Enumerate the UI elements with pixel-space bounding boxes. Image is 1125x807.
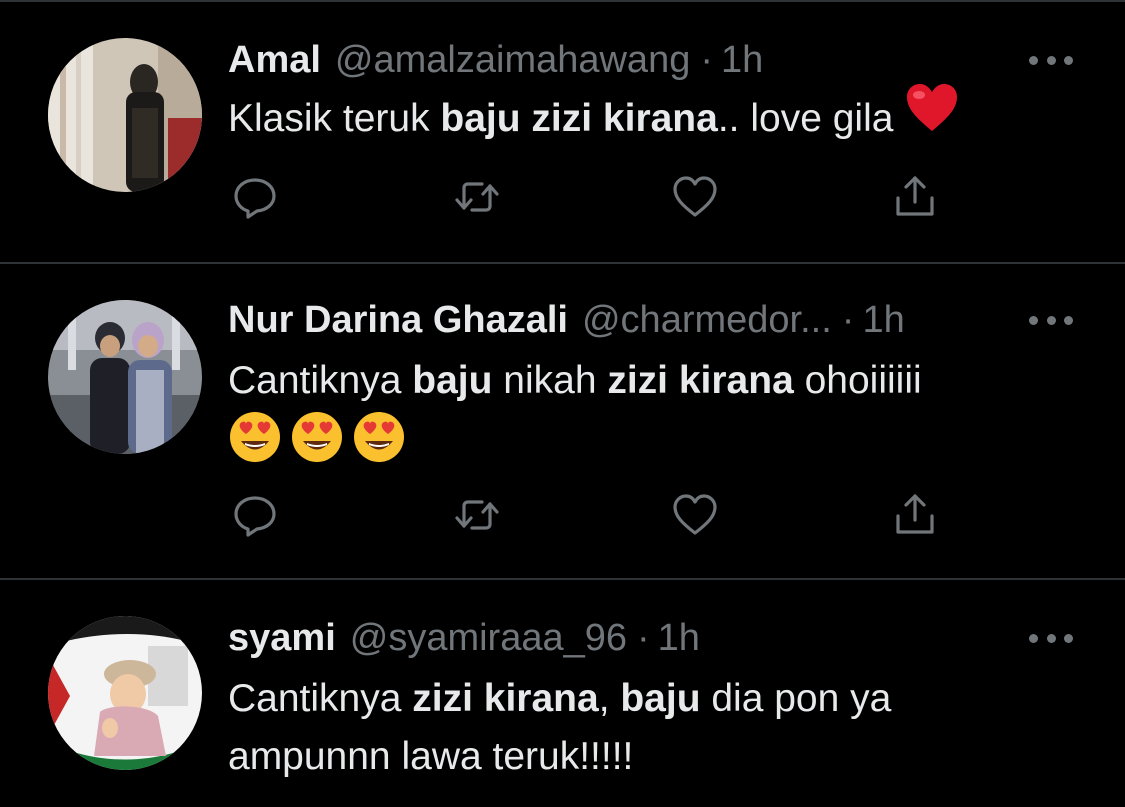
heart-eyes-icon: [352, 410, 406, 481]
text-segment: ampunnn lawa teruk!!!!!: [228, 735, 634, 778]
tweet[interactable]: syami @syamiraaa_96 · 1h Cantiknya zizi …: [0, 580, 1125, 807]
text-highlight: baju: [412, 359, 493, 402]
text-segment: Klasik teruk: [228, 97, 441, 140]
heart-eyes-icon: [228, 410, 282, 481]
text-highlight: baju zizi kirana: [440, 97, 718, 140]
tweet-header: syami @syamiraaa_96 · 1h: [228, 616, 700, 660]
display-name[interactable]: syami: [228, 617, 336, 660]
tweet-feed: Amal @amalzaimahawang · 1h Klasik teruk …: [0, 0, 1125, 807]
text-segment: ,: [598, 677, 621, 720]
share-icon[interactable]: [890, 172, 940, 222]
display-name[interactable]: Amal: [228, 39, 321, 82]
tweet-text: Cantiknya zizi kirana, baju dia pon ya a…: [228, 670, 1058, 786]
heart-eyes-icon: [290, 410, 344, 481]
more-options-icon[interactable]: [1029, 310, 1073, 330]
retweet-icon[interactable]: [452, 490, 502, 540]
tweet[interactable]: Nur Darina Ghazali @charmedor... · 1h Ca…: [0, 264, 1125, 580]
text-segment: nikah: [492, 359, 608, 402]
tweet-actions: [228, 172, 948, 222]
avatar[interactable]: [48, 38, 202, 192]
separator-dot: ·: [700, 38, 713, 81]
timestamp[interactable]: 1h: [862, 299, 904, 342]
separator-dot: ·: [637, 616, 650, 659]
tweet-header: Amal @amalzaimahawang · 1h: [228, 38, 763, 82]
username[interactable]: @charmedor...: [582, 299, 832, 342]
username[interactable]: @syamiraaa_96: [350, 617, 627, 660]
retweet-icon[interactable]: [452, 172, 502, 222]
tweet-header: Nur Darina Ghazali @charmedor... · 1h: [228, 298, 905, 342]
share-icon[interactable]: [890, 490, 940, 540]
tweet-text: Cantiknya baju nikah zizi kirana ohoiiii…: [228, 352, 1058, 481]
text-segment: dia pon ya: [700, 677, 892, 720]
separator-dot: ·: [841, 298, 855, 341]
timestamp[interactable]: 1h: [658, 617, 700, 660]
tweet-text: Klasik teruk baju zizi kirana.. love gil…: [228, 84, 1058, 150]
text-segment: Cantiknya: [228, 677, 413, 720]
display-name[interactable]: Nur Darina Ghazali: [228, 299, 568, 342]
like-icon[interactable]: [670, 172, 720, 222]
like-icon[interactable]: [670, 490, 720, 540]
reply-icon[interactable]: [230, 490, 280, 540]
timestamp[interactable]: 1h: [721, 39, 763, 82]
reply-icon[interactable]: [230, 172, 280, 222]
text-highlight: zizi kirana: [607, 359, 794, 402]
tweet[interactable]: Amal @amalzaimahawang · 1h Klasik teruk …: [0, 0, 1125, 264]
username[interactable]: @amalzaimahawang: [335, 39, 690, 82]
text-highlight: baju: [620, 677, 701, 720]
tweet-actions: [228, 490, 948, 540]
more-options-icon[interactable]: [1029, 50, 1073, 70]
text-highlight: zizi kirana: [412, 677, 599, 720]
text-segment: ohoiiiiii: [793, 359, 922, 402]
avatar[interactable]: [48, 300, 202, 454]
text-segment: .. love gila: [717, 97, 894, 140]
text-segment: Cantiknya: [228, 359, 413, 402]
red-heart-icon: [905, 83, 959, 150]
more-options-icon[interactable]: [1029, 628, 1073, 648]
avatar[interactable]: [48, 616, 202, 770]
